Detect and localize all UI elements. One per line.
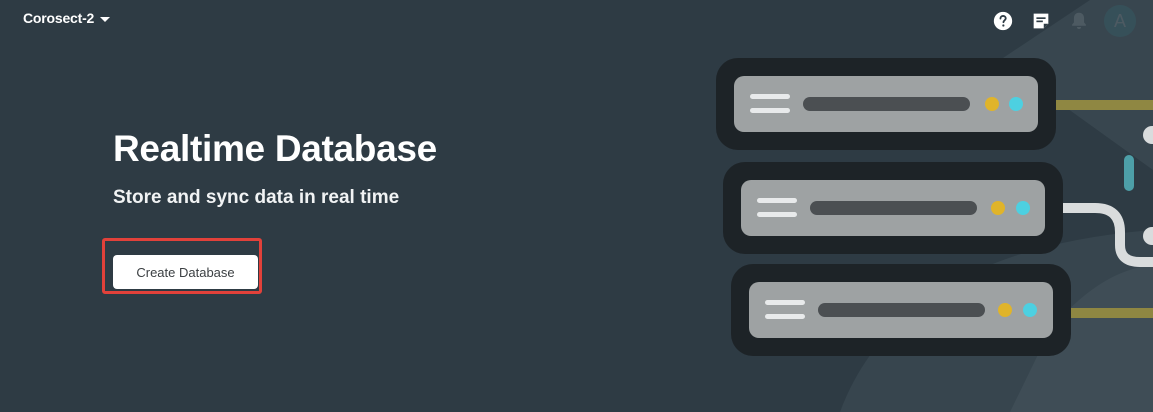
page-title: Realtime Database	[113, 128, 437, 169]
create-database-button[interactable]: Create Database	[113, 255, 258, 289]
project-selector[interactable]: Corosect-2	[23, 10, 111, 26]
page-subtitle: Store and sync data in real time	[113, 187, 400, 208]
server-rack-icon	[716, 58, 1056, 150]
server-rack-icon	[723, 162, 1063, 254]
server-rack-icon	[731, 264, 1071, 356]
project-name: Corosect-2	[23, 10, 95, 26]
chevron-down-icon	[100, 16, 111, 22]
database-illustration	[716, 0, 1153, 412]
